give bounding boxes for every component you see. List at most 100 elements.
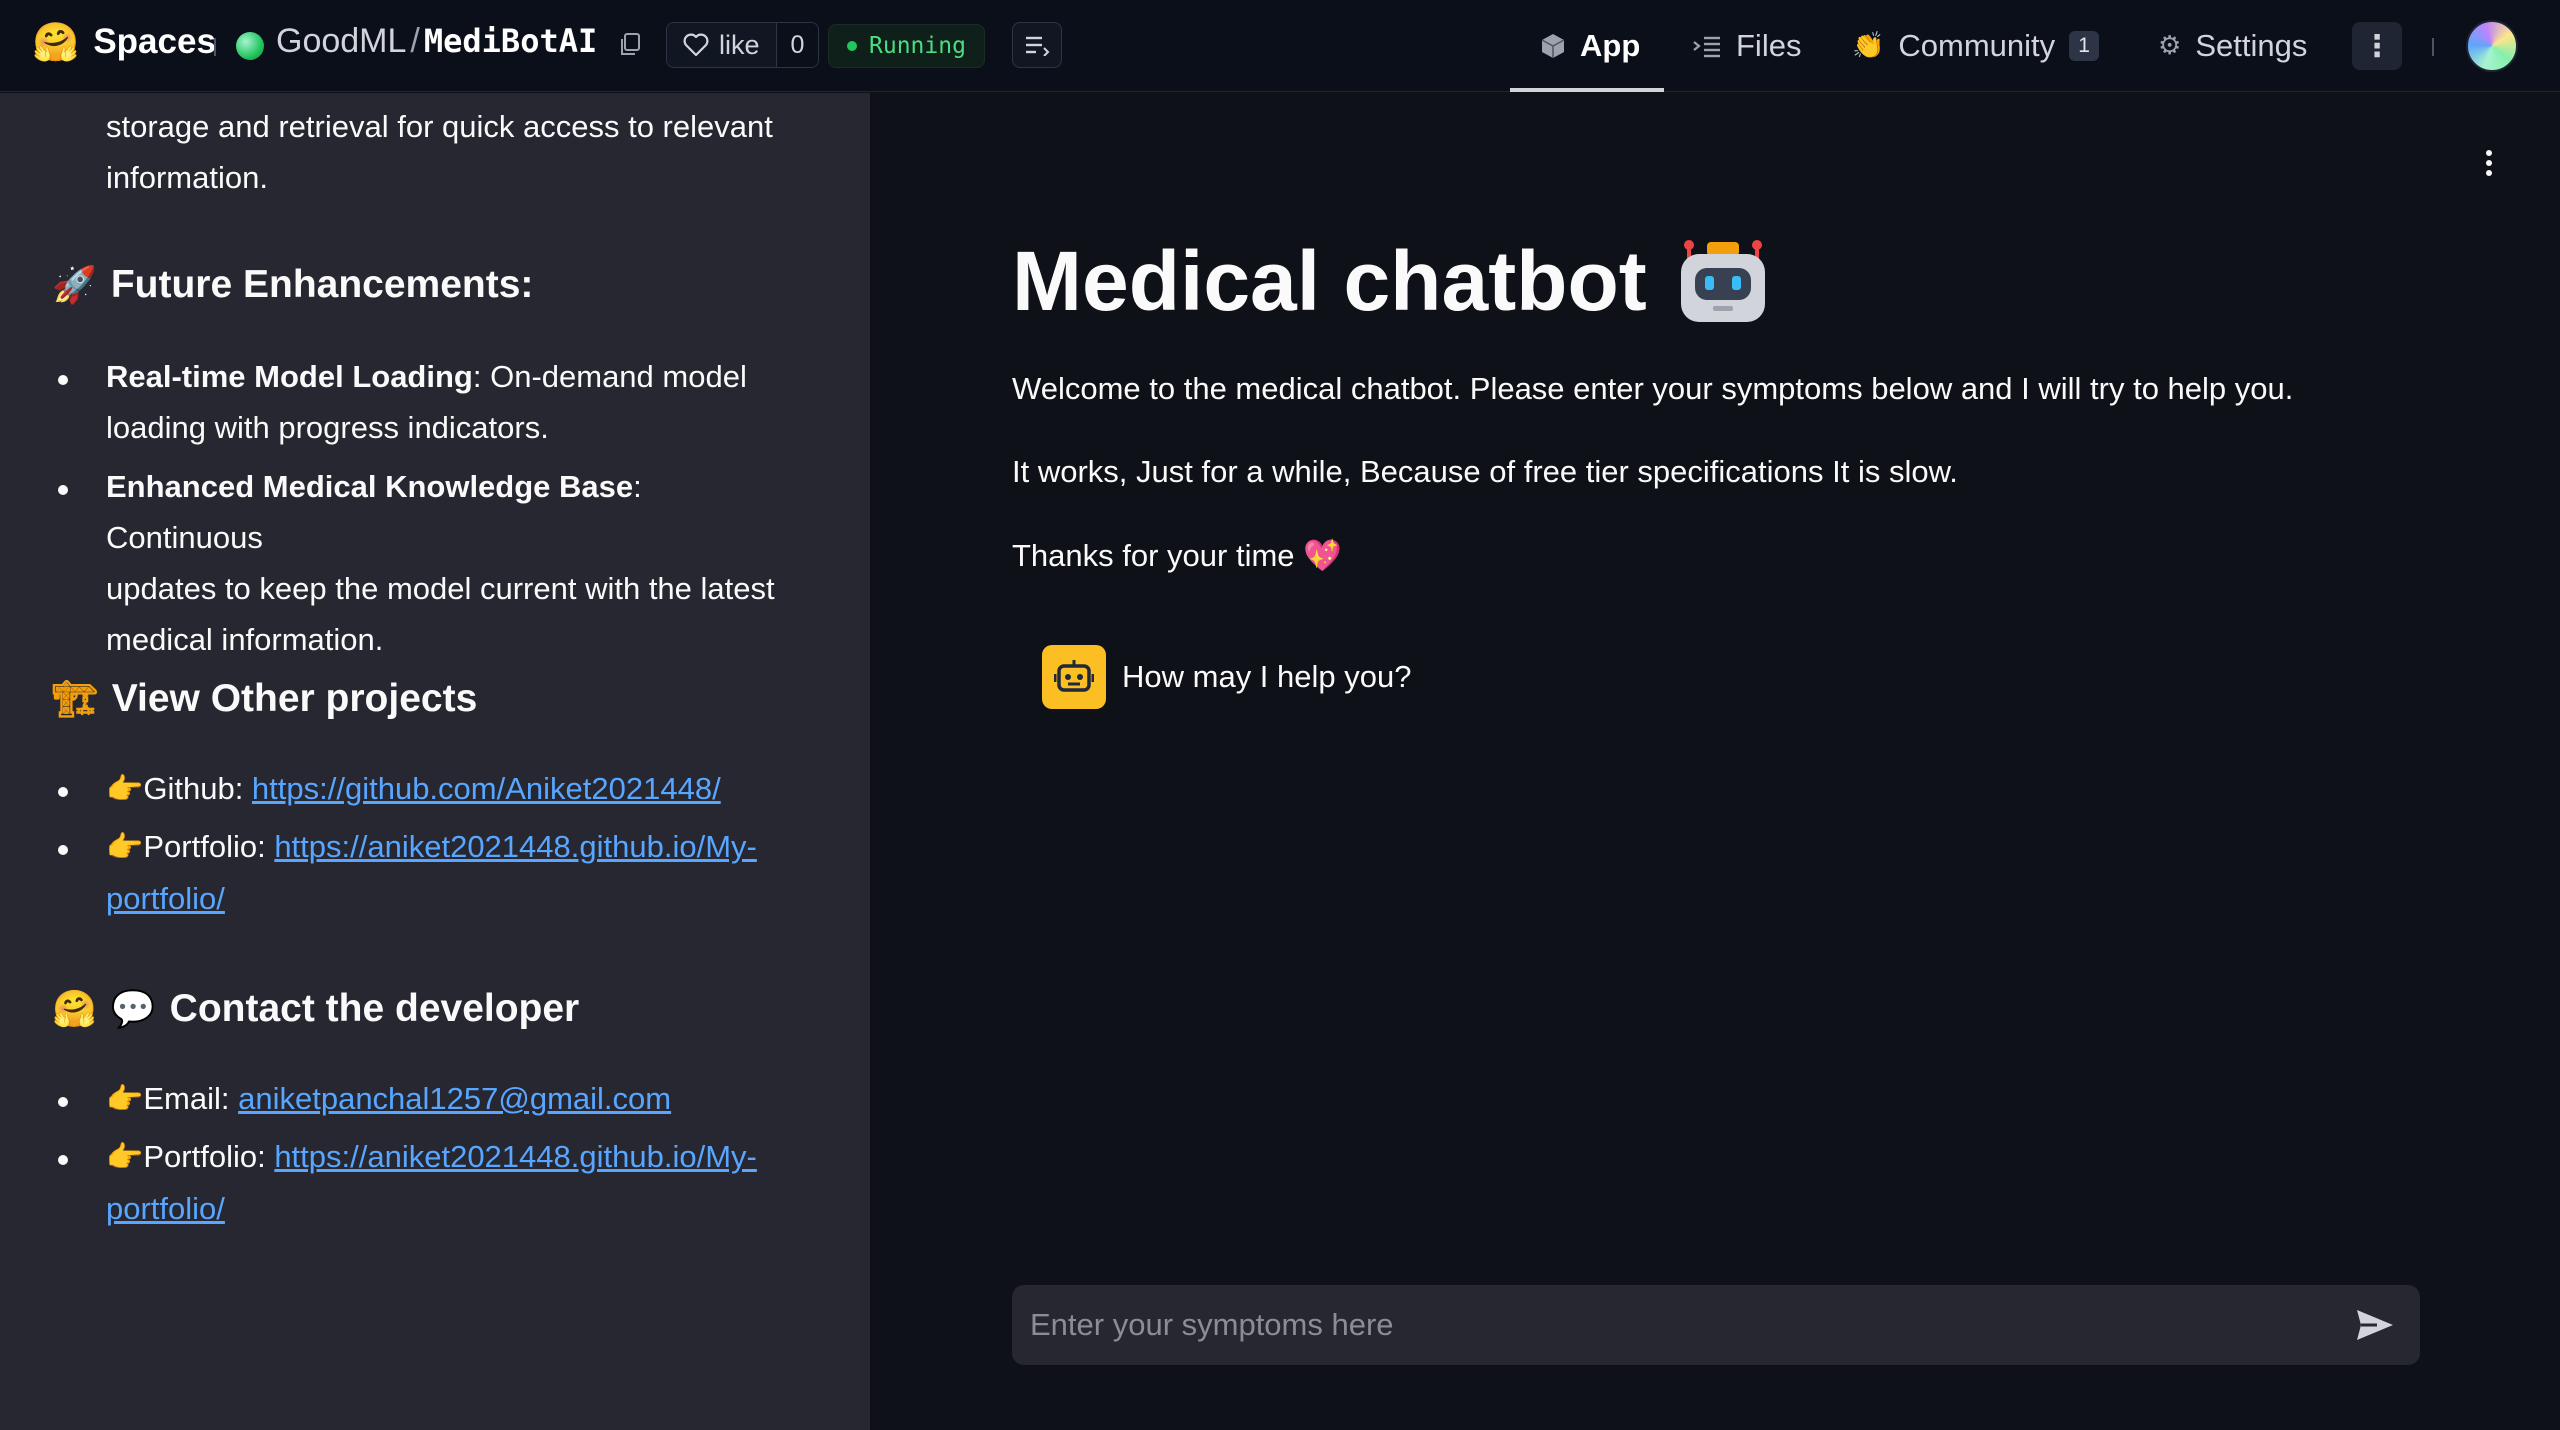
heart-icon xyxy=(683,33,709,57)
symptoms-input[interactable] xyxy=(1012,1285,2340,1365)
menu-dot xyxy=(2486,170,2492,176)
tab-settings[interactable]: ⚙ Settings xyxy=(2158,0,2307,92)
active-tab-indicator xyxy=(1510,88,1664,92)
copy-icon[interactable] xyxy=(618,32,642,58)
github-label: Github: xyxy=(143,771,252,806)
portfolio-link-continued[interactable]: portfolio/ xyxy=(106,881,225,916)
assistant-message: How may I help you? xyxy=(1042,645,1411,709)
org-avatar[interactable] xyxy=(236,32,264,60)
item-bold-text: Enhanced Medical Knowledge Base xyxy=(106,469,634,504)
tab-files[interactable]: Files xyxy=(1692,0,1801,92)
thanks-label: Thanks for your time xyxy=(1012,538,1295,573)
top-bar: 🤗 Spaces GoodML / MediBotAI like 0 Runni… xyxy=(0,0,2560,92)
status-dot xyxy=(847,41,857,51)
github-link[interactable]: https://github.com/Aniket2021448/ xyxy=(252,771,721,806)
like-group: like 0 xyxy=(666,22,820,68)
pointing-hand-icon: 👉 xyxy=(106,1140,144,1175)
item-bold-text: Real-time Model Loading xyxy=(106,359,473,394)
heading-text: Future Enhancements: xyxy=(110,263,534,306)
breadcrumb-slash: / xyxy=(410,22,420,60)
tab-files-label: Files xyxy=(1736,28,1802,63)
spaces-logo-link[interactable]: 🤗 Spaces xyxy=(32,22,216,62)
send-button[interactable] xyxy=(2340,1290,2410,1360)
logs-button[interactable] xyxy=(1012,22,1062,68)
item-text: : On-demand model xyxy=(472,359,747,394)
assistant-message-text: How may I help you? xyxy=(1122,659,1412,694)
community-count-badge: 1 xyxy=(2069,31,2100,61)
org-name-link[interactable]: GoodML xyxy=(276,22,406,61)
thanks-text: Thanks for your time 💖 xyxy=(1012,537,1342,574)
community-icon: 👏 xyxy=(1852,31,1885,61)
list-item: Enhanced Medical Knowledge Base: Continu… xyxy=(106,461,786,665)
page-title: Medical chatbot xyxy=(1012,233,1769,330)
robot-avatar-icon xyxy=(1054,660,1094,692)
like-label: like xyxy=(719,29,760,60)
construction-icon: 🏗 xyxy=(52,679,98,720)
chat-input-container xyxy=(1012,1285,2420,1365)
other-projects-heading: 🏗 View Other projects xyxy=(52,677,477,721)
hugging-face-icon: 🤗 xyxy=(52,989,97,1030)
status-text: Running xyxy=(869,33,966,59)
portfolio-link[interactable]: https://aniket2021448.github.io/My- xyxy=(274,829,757,864)
gear-icon: ⚙ xyxy=(2158,31,2182,61)
menu-dot xyxy=(2486,150,2492,156)
item-text: loading with progress indicators. xyxy=(106,410,549,445)
more-options-button[interactable]: ⋮ xyxy=(2352,22,2402,70)
portfolio-link-continued[interactable]: portfolio/ xyxy=(106,1191,225,1226)
list-item: 👉Github: https://github.com/Aniket202144… xyxy=(106,763,786,815)
divider xyxy=(2432,38,2434,56)
list-item: Real-time Model Loading: On-demand model… xyxy=(106,351,786,453)
bullet xyxy=(58,375,68,385)
portfolio-label: Portfolio: xyxy=(143,829,275,864)
like-count[interactable]: 0 xyxy=(775,23,819,67)
assistant-avatar xyxy=(1042,645,1106,709)
tab-app[interactable]: App xyxy=(1540,0,1640,92)
bullet xyxy=(58,1097,68,1107)
spaces-label: Spaces xyxy=(93,22,216,61)
pointing-hand-icon: 👉 xyxy=(106,1082,144,1117)
logs-icon xyxy=(1026,36,1050,56)
email-link[interactable]: aniketpanchal1257@gmail.com xyxy=(238,1081,671,1116)
tab-app-label: App xyxy=(1580,28,1641,63)
files-icon xyxy=(1693,36,1720,58)
like-button[interactable]: like xyxy=(667,23,776,67)
item-text: medical information. xyxy=(106,622,384,657)
note-text: It works, Just for a while, Because of f… xyxy=(1012,454,1958,489)
status-badge[interactable]: Running xyxy=(828,24,985,68)
pointing-hand-icon: 👉 xyxy=(106,830,144,865)
tab-community[interactable]: 👏 Community 1 xyxy=(1852,0,2100,92)
repo-breadcrumb: GoodML / MediBotAI xyxy=(276,22,597,61)
contact-heading: 🤗 💬 Contact the developer xyxy=(52,987,579,1031)
speech-bubble-icon: 💬 xyxy=(110,989,156,1030)
user-avatar[interactable] xyxy=(2466,20,2518,72)
divider xyxy=(214,38,216,56)
sidebar-intro-line: information. xyxy=(106,160,268,195)
sidebar[interactable]: storage and retrieval for quick access t… xyxy=(0,93,870,1430)
hugging-face-icon: 🤗 xyxy=(32,20,80,64)
bullet xyxy=(58,485,68,495)
pointing-hand-icon: 👉 xyxy=(106,772,144,807)
portfolio-label: Portfolio: xyxy=(143,1139,275,1174)
heading-text: Contact the developer xyxy=(169,987,580,1030)
portfolio-link[interactable]: https://aniket2021448.github.io/My- xyxy=(274,1139,757,1174)
heading-text: View Other projects xyxy=(111,677,478,720)
sidebar-intro-text: storage and retrieval for quick access t… xyxy=(106,101,773,203)
welcome-text: Welcome to the medical chatbot. Please e… xyxy=(1012,371,2294,406)
email-label: Email: xyxy=(143,1081,239,1116)
list-item: 👉Email: aniketpanchal1257@gmail.com xyxy=(106,1073,786,1125)
main-content: Medical chatbot Welcome to the medical c… xyxy=(870,93,2560,1430)
cube-icon xyxy=(1541,34,1565,58)
repo-name-link[interactable]: MediBotAI xyxy=(424,22,597,60)
future-enhancements-heading: 🚀 Future Enhancements: xyxy=(52,263,533,307)
send-icon xyxy=(2357,1310,2393,1340)
more-options-icon: ⋮ xyxy=(2362,29,2392,63)
robot-icon xyxy=(1680,239,1765,322)
heart-icon: 💖 xyxy=(1303,538,1342,574)
tab-settings-label: Settings xyxy=(2195,28,2308,63)
menu-dot xyxy=(2486,160,2492,166)
main-menu-button[interactable] xyxy=(2474,148,2504,178)
list-item: 👉Portfolio: https://aniket2021448.github… xyxy=(106,821,786,924)
bullet xyxy=(58,787,68,797)
sidebar-intro-line: storage and retrieval for quick access t… xyxy=(106,109,773,144)
bullet xyxy=(58,845,68,855)
